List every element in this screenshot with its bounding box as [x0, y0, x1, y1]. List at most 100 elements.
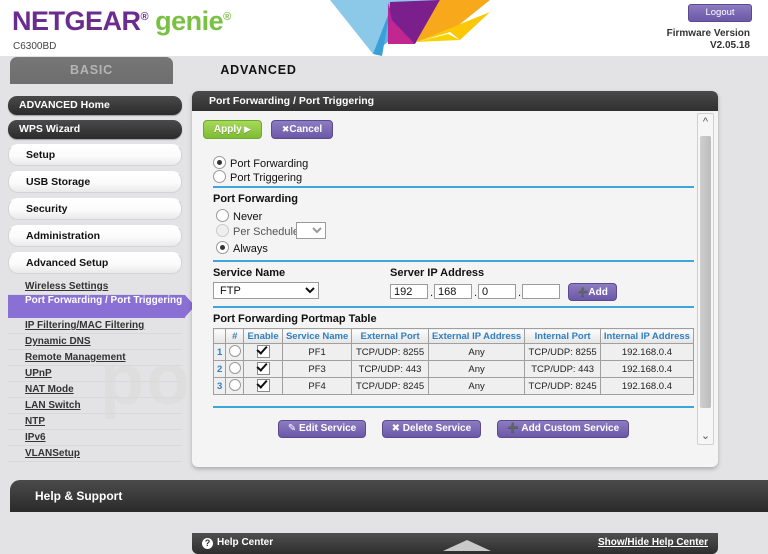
scrollbar-thumb[interactable] [700, 136, 711, 408]
row-1-external-port: TCP/UDP: 8255 [351, 343, 429, 361]
row-3-number: 3 [212, 377, 227, 395]
sidebar-item-wireless-settings[interactable]: Wireless Settings [8, 279, 182, 295]
help-and-support-label[interactable]: Help & Support [35, 489, 122, 503]
page-header: NETGEAR® genie® C6300BD Logout Firmware … [0, 0, 768, 56]
sidebar-item-wps-wizard[interactable]: WPS Wizard [8, 120, 182, 139]
row-checkbox-icon[interactable] [256, 345, 270, 358]
row-2-internal-ip: 192.168.0.4 [599, 360, 695, 378]
schedule-option-always[interactable]: Always [216, 241, 268, 255]
row-3-internal-ip: 192.168.0.4 [599, 377, 695, 395]
sidebar-item-vlan-setup[interactable]: VLANSetup [8, 446, 182, 462]
row-checkbox-icon[interactable] [256, 362, 270, 375]
ip-dot-1: . [430, 287, 434, 299]
schedule-option-never[interactable]: Never [216, 209, 262, 223]
question-mark-icon: ? [202, 538, 213, 549]
expand-triangle-icon[interactable] [443, 540, 491, 551]
play-arrow-icon: ▶ [241, 124, 252, 134]
row-1-enable[interactable] [243, 343, 283, 361]
brand-genie: genie [155, 6, 224, 36]
tab-basic[interactable]: BASIC [10, 57, 173, 84]
help-center-button[interactable]: ? Help Center [202, 537, 273, 549]
radio-per-schedule-icon[interactable] [216, 224, 229, 237]
row-radio-icon[interactable] [228, 379, 241, 391]
delete-service-label: Delete Service [402, 423, 472, 434]
sidebar-item-ipv6[interactable]: IPv6 [8, 430, 182, 446]
apply-button[interactable]: Apply ▶ [203, 120, 262, 139]
section-title-port-forwarding: Port Forwarding [213, 193, 298, 205]
content-area: portforward ADVANCED Home WPS Wizard Set… [0, 84, 768, 554]
sidebar-item-usb-storage[interactable]: USB Storage [8, 171, 182, 193]
server-ip-octet-4[interactable] [522, 284, 560, 299]
logout-button[interactable]: Logout [688, 4, 752, 22]
edit-service-button[interactable]: ✎ Edit Service [277, 420, 367, 438]
sidebar-item-upnp[interactable]: UPnP [8, 366, 182, 382]
sidebar-item-administration[interactable]: Administration [8, 225, 182, 247]
panel-scrollbar[interactable]: ^ ⌄ [697, 113, 714, 445]
divider-4 [213, 406, 694, 408]
server-ip-octet-2[interactable] [434, 284, 472, 299]
mode-option-port-forwarding[interactable]: Port Forwarding [213, 156, 308, 170]
row-3-internal-port: TCP/UDP: 8245 [524, 377, 601, 395]
main-tabs: BASIC ADVANCED [0, 57, 768, 84]
row-3-enable[interactable] [243, 377, 283, 395]
service-name-label: Service Name [213, 267, 286, 279]
th-select [212, 328, 227, 344]
row-checkbox-icon[interactable] [256, 379, 270, 392]
row-3-select[interactable] [225, 377, 245, 395]
row-2-enable[interactable] [243, 360, 283, 378]
th-internal-port: Internal Port [524, 328, 601, 344]
delete-service-button[interactable]: ✖ Delete Service [381, 420, 482, 438]
row-1-number: 1 [212, 343, 227, 361]
table-row[interactable]: 2 PF3 TCP/UDP: 443 Any TCP/UDP: 443 192.… [212, 360, 695, 378]
th-external-ip: External IP Address [427, 328, 526, 344]
server-ip-octet-3[interactable] [478, 284, 516, 299]
schedule-option-per-schedule[interactable]: Per Schedule [216, 224, 299, 238]
row-radio-icon[interactable] [228, 362, 241, 374]
mode-option-port-triggering[interactable]: Port Triggering [213, 170, 302, 184]
footer-bar: Help & Support [10, 480, 768, 512]
mode-option-port-forwarding-label: Port Forwarding [230, 158, 309, 170]
sidebar-item-remote-management[interactable]: Remote Management [8, 350, 182, 366]
show-hide-help-link[interactable]: Show/Hide Help Center [598, 537, 708, 548]
help-bar: ? Help Center Show/Hide Help Center [192, 533, 718, 554]
radio-never-icon[interactable] [216, 209, 229, 222]
radio-port-forwarding-icon[interactable] [213, 156, 226, 169]
sidebar-item-port-forwarding[interactable]: Port Forwarding / Port Triggering [8, 295, 195, 318]
cancel-button[interactable]: ✖Cancel [271, 120, 333, 139]
row-radio-icon[interactable] [228, 345, 241, 357]
radio-always-icon[interactable] [216, 241, 229, 254]
table-caption: Port Forwarding Portmap Table [213, 313, 377, 325]
sidebar-item-ntp[interactable]: NTP [8, 414, 182, 430]
portmap-table: # Enable Service Name External Port Exte… [212, 328, 695, 395]
sidebar-item-nat-mode[interactable]: NAT Mode [8, 382, 182, 398]
add-custom-service-label: Add Custom Service [521, 423, 620, 434]
sidebar-nav: ADVANCED Home WPS Wizard Setup USB Stora… [8, 96, 195, 462]
row-1-select[interactable] [225, 343, 245, 361]
server-ip-octet-1[interactable] [390, 284, 428, 299]
table-row[interactable]: 1 PF1 TCP/UDP: 8255 Any TCP/UDP: 8255 19… [212, 343, 695, 361]
schedule-select[interactable] [296, 222, 326, 239]
row-2-select[interactable] [225, 360, 245, 378]
table-row[interactable]: 3 PF4 TCP/UDP: 8245 Any TCP/UDP: 8245 19… [212, 377, 695, 395]
radio-port-triggering-icon[interactable] [213, 170, 226, 183]
row-2-service-name: PF3 [281, 360, 353, 378]
scroll-up-icon[interactable]: ^ [698, 114, 713, 130]
sidebar-item-dynamic-dns[interactable]: Dynamic DNS [8, 334, 182, 350]
sidebar-item-ip-mac-filtering[interactable]: IP Filtering/MAC Filtering [8, 318, 182, 334]
registered-mark-icon-2: ® [223, 11, 231, 23]
firmware-version-value: V2.05.18 [709, 40, 750, 51]
service-name-select[interactable]: FTP [213, 282, 319, 299]
row-2-external-ip: Any [427, 360, 526, 378]
sidebar-item-advanced-setup[interactable]: Advanced Setup [8, 252, 182, 274]
row-2-number: 2 [212, 360, 227, 378]
add-button[interactable]: ➕Add [568, 283, 617, 301]
sidebar-item-setup[interactable]: Setup [8, 144, 182, 166]
divider-3 [213, 306, 694, 308]
scroll-down-icon[interactable]: ⌄ [698, 428, 713, 444]
tab-advanced[interactable]: ADVANCED [177, 57, 340, 84]
sidebar-item-advanced-home[interactable]: ADVANCED Home [8, 96, 182, 115]
add-button-label: Add [588, 287, 608, 298]
sidebar-item-lan-switch[interactable]: LAN Switch [8, 398, 182, 414]
sidebar-item-security[interactable]: Security [8, 198, 182, 220]
add-custom-service-button[interactable]: ➕ Add Custom Service [496, 420, 630, 438]
